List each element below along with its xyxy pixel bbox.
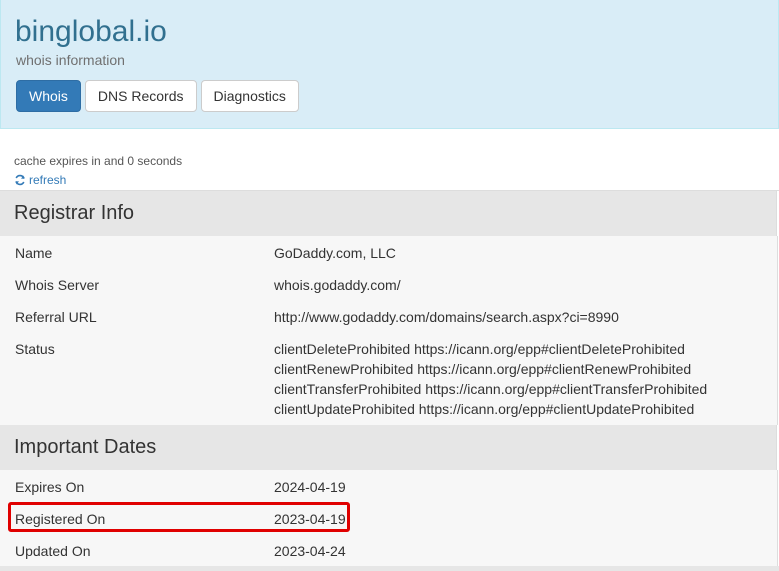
tab-dns-records[interactable]: DNS Records	[84, 80, 197, 112]
domain-title: binglobal.io	[15, 15, 167, 48]
registrar-name-row: Name GoDaddy.com, LLC	[0, 236, 778, 268]
registered-highlight-box	[8, 502, 350, 532]
expires-label: Expires On	[15, 479, 85, 495]
status-label: Status	[15, 341, 55, 357]
refresh-label: refresh	[29, 173, 67, 187]
updated-label: Updated On	[15, 543, 91, 559]
referral-url-label: Referral URL	[15, 309, 97, 325]
updated-row: Updated On 2023-04-24	[0, 534, 778, 566]
tab-diagnostics[interactable]: Diagnostics	[200, 80, 299, 112]
status-value: clientRenewProhibited https://icann.org/…	[274, 361, 692, 377]
updated-value: 2023-04-24	[274, 543, 346, 559]
tab-bar: Whois DNS Records Diagnostics	[16, 80, 303, 112]
status-value: clientUpdateProhibited https://icann.org…	[274, 401, 695, 417]
divider	[0, 566, 779, 571]
tab-whois[interactable]: Whois	[16, 80, 81, 112]
name-label: Name	[15, 245, 53, 261]
status-value: clientDeleteProhibited https://icann.org…	[274, 341, 685, 357]
refresh-link[interactable]: refresh	[14, 173, 66, 187]
registrar-info-heading: Registrar Info	[0, 191, 777, 236]
referral-url-row: Referral URL http://www.godaddy.com/doma…	[0, 300, 778, 332]
page-header: binglobal.io whois information Whois DNS…	[0, 0, 779, 129]
name-value: GoDaddy.com, LLC	[274, 245, 396, 261]
whois-server-label: Whois Server	[15, 277, 100, 293]
whois-server-value: whois.godaddy.com/	[274, 277, 401, 293]
cache-status-text: cache expires in and 0 seconds	[14, 154, 183, 168]
referral-url-value: http://www.godaddy.com/domains/search.as…	[274, 309, 619, 325]
refresh-icon	[15, 174, 25, 186]
expires-value: 2024-04-19	[274, 479, 346, 495]
expires-row: Expires On 2024-04-19	[0, 470, 778, 502]
page-subtitle: whois information	[16, 52, 125, 68]
important-dates-heading: Important Dates	[0, 425, 777, 470]
status-row: Status clientDeleteProhibited https://ic…	[0, 332, 778, 425]
status-value: clientTransferProhibited https://icann.o…	[274, 381, 708, 397]
whois-server-row: Whois Server whois.godaddy.com/	[0, 268, 778, 300]
status-values: clientDeleteProhibited https://icann.org…	[274, 339, 707, 419]
